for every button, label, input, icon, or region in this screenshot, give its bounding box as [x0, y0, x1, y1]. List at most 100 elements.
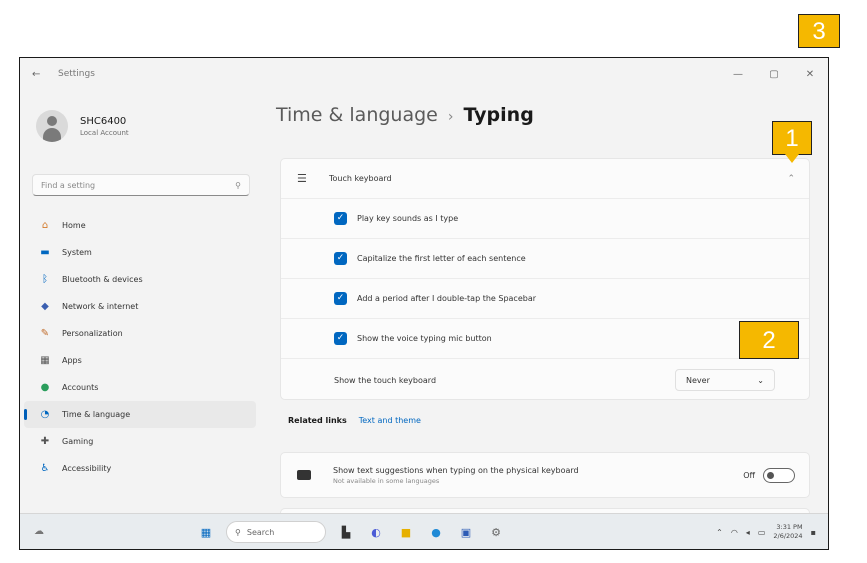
checkbox-checked-icon[interactable]: ✓: [334, 332, 347, 345]
sidebar-item-apps[interactable]: ▦ Apps: [24, 347, 256, 374]
sidebar-item-label: Gaming: [62, 437, 94, 446]
gaming-icon: ✚: [40, 436, 50, 447]
volume-icon[interactable]: ◂: [746, 528, 750, 537]
breadcrumb-separator: ›: [447, 109, 454, 125]
sidebar-item-time-language[interactable]: ◔ Time & language: [24, 401, 256, 428]
suggestions-toggle[interactable]: [763, 467, 795, 483]
callout-2: 2: [739, 321, 799, 359]
clock-time: 3:31 PM: [776, 523, 803, 531]
checkbox-checked-icon[interactable]: ✓: [334, 252, 347, 265]
search-placeholder: Find a setting: [41, 180, 96, 190]
battery-icon[interactable]: ▭: [758, 528, 766, 537]
accounts-icon: ●: [40, 382, 50, 393]
sidebar-item-label: Time & language: [62, 410, 131, 419]
sidebar-item-personalization[interactable]: ✎ Personalization: [24, 320, 256, 347]
sidebar-item-accessibility[interactable]: ♿ Accessibility: [24, 455, 256, 482]
search-input[interactable]: Find a setting ⚲: [32, 174, 250, 196]
option-capitalize[interactable]: ✓ Capitalize the first letter of each se…: [281, 239, 809, 279]
dropdown-value: Never: [686, 375, 710, 385]
sidebar-item-label: Home: [62, 221, 86, 230]
option-voice-mic[interactable]: ✓ Show the voice typing mic button: [281, 319, 809, 359]
start-icon[interactable]: ▦: [196, 522, 216, 542]
sidebar-item-gaming[interactable]: ✚ Gaming: [24, 428, 256, 455]
globe-clock-icon: ◔: [40, 409, 50, 420]
show-touch-keyboard-row: Show the touch keyboard Never ⌄: [281, 359, 809, 401]
sidebar-item-label: Personalization: [62, 329, 123, 338]
accessibility-icon: ♿: [40, 463, 50, 474]
store-icon[interactable]: ▣: [456, 522, 476, 542]
show-keyboard-label: Show the touch keyboard: [334, 375, 437, 385]
user-profile[interactable]: SHC6400 Local Account: [36, 110, 129, 142]
close-button[interactable]: ✕: [792, 58, 828, 90]
checkbox-checked-icon[interactable]: ✓: [334, 212, 347, 225]
sidebar-item-label: Apps: [62, 356, 82, 365]
chevron-up-icon[interactable]: ⌃: [716, 528, 723, 537]
settings-window: ← Settings — ▢ ✕ SHC6400 Local Account F…: [19, 57, 829, 550]
taskbar: ☁ ▦ ⚲ Search ▙ ◐ ■ ● ▣ ⚙ ⌃ ◠ ◂ ▭ 3:31 PM…: [20, 513, 828, 549]
chevron-up-icon[interactable]: ⌃: [787, 174, 795, 184]
clock-date: 2/6/2024: [773, 532, 803, 540]
window-controls: — ▢ ✕: [720, 58, 828, 90]
sidebar-item-bluetooth-devices[interactable]: ᛒ Bluetooth & devices: [24, 266, 256, 293]
callout-1: 1: [772, 121, 812, 163]
show-keyboard-dropdown[interactable]: Never ⌄: [675, 369, 775, 391]
suggestions-subtitle: Not available in some languages: [333, 476, 440, 485]
nav-list: ⌂ Home ▬ System ᛒ Bluetooth & devices ◆ Network…: [24, 212, 256, 482]
sidebar-item-label: Accounts: [62, 383, 99, 392]
chat-icon[interactable]: ◐: [366, 522, 386, 542]
window-title: Settings: [58, 69, 95, 79]
text-and-theme-link[interactable]: Text and theme: [359, 416, 421, 425]
apps-icon: ▦: [40, 355, 50, 366]
sidebar-item-label: System: [62, 248, 92, 257]
avatar: [36, 110, 68, 142]
taskbar-search-label: Search: [246, 527, 275, 537]
sidebar-item-network-internet[interactable]: ◆ Network & internet: [24, 293, 256, 320]
chevron-down-icon: ⌄: [757, 375, 764, 385]
keyboard-icon: ☰: [297, 172, 307, 185]
task-view-icon[interactable]: ▙: [336, 522, 356, 542]
home-icon: ⌂: [41, 220, 49, 231]
search-icon: ⚲: [235, 180, 241, 190]
sidebar-item-home[interactable]: ⌂ Home: [24, 212, 256, 239]
sidebar-item-label: Network & internet: [62, 302, 139, 311]
system-tray: ⌃ ◠ ◂ ▭ 3:31 PM 2/6/2024 ▪: [716, 523, 816, 541]
related-links: Related links Text and theme: [288, 416, 421, 425]
taskbar-search[interactable]: ⚲ Search: [226, 521, 326, 543]
settings-icon[interactable]: ⚙: [486, 522, 506, 542]
touch-keyboard-card: ☰ Touch keyboard ⌃ ✓ Play key sounds as …: [280, 158, 810, 400]
account-type: Local Account: [80, 128, 129, 137]
maximize-button[interactable]: ▢: [756, 58, 792, 90]
sidebar: SHC6400 Local Account Find a setting ⚲ ⌂…: [20, 90, 260, 513]
option-label: Play key sounds as I type: [357, 214, 459, 223]
touch-keyboard-title: Touch keyboard: [329, 174, 392, 183]
option-label: Show the voice typing mic button: [357, 334, 492, 343]
sidebar-item-label: Accessibility: [62, 464, 112, 473]
checkbox-checked-icon[interactable]: ✓: [334, 292, 347, 305]
back-arrow-icon[interactable]: ←: [32, 69, 48, 80]
brush-icon: ✎: [40, 328, 50, 339]
suggestions-title: Show text suggestions when typing on the…: [333, 465, 579, 475]
system-icon: ▬: [40, 247, 50, 258]
option-key-sounds[interactable]: ✓ Play key sounds as I type: [281, 199, 809, 239]
keyboard-icon: [297, 470, 311, 480]
file-explorer-icon[interactable]: ■: [396, 522, 416, 542]
breadcrumb: Time & language › Typing: [276, 104, 534, 126]
network-icon[interactable]: ◠: [731, 528, 738, 537]
bluetooth-icon: ᛒ: [42, 274, 48, 285]
edge-icon[interactable]: ●: [426, 522, 446, 542]
clock[interactable]: 3:31 PM 2/6/2024: [773, 523, 802, 541]
network-icon: ◆: [41, 301, 49, 312]
sidebar-item-system[interactable]: ▬ System: [24, 239, 256, 266]
related-links-label: Related links: [288, 416, 347, 425]
minimize-button[interactable]: —: [720, 58, 756, 90]
main-content: Time & language › Typing ☰ Touch keyboard …: [272, 90, 828, 528]
option-double-tap-period[interactable]: ✓ Add a period after I double-tap the Sp…: [281, 279, 809, 319]
touch-keyboard-header[interactable]: ☰ Touch keyboard ⌃: [281, 159, 809, 199]
breadcrumb-parent[interactable]: Time & language: [276, 104, 438, 126]
sidebar-item-label: Bluetooth & devices: [62, 275, 143, 284]
sidebar-item-accounts[interactable]: ● Accounts: [24, 374, 256, 401]
widgets-icon[interactable]: ☁: [34, 526, 44, 537]
notification-icon[interactable]: ▪: [811, 528, 816, 537]
text-suggestions-card: Show text suggestions when typing on the…: [280, 452, 810, 498]
option-label: Capitalize the first letter of each sent…: [357, 254, 526, 263]
